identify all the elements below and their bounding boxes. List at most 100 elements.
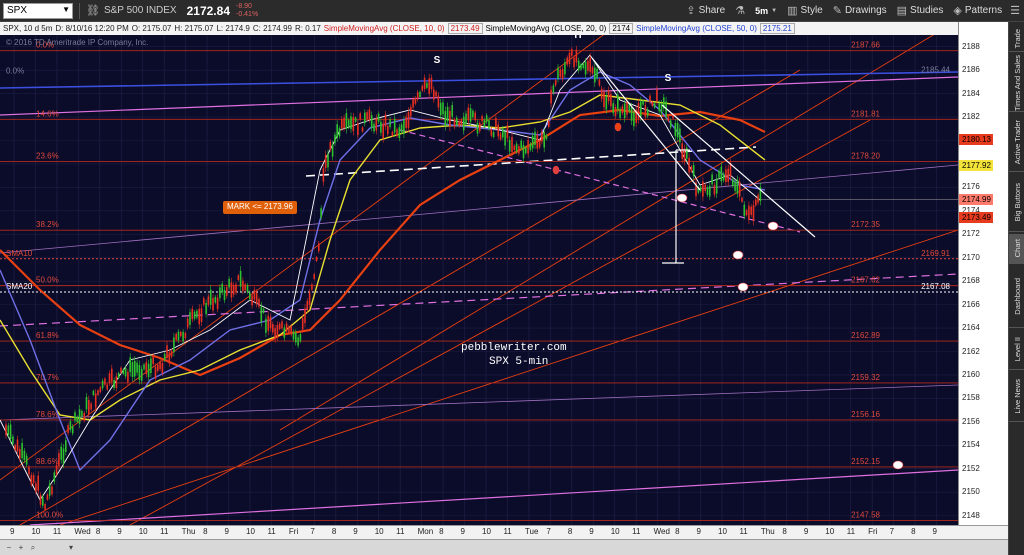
fib-label: 88.6%: [36, 457, 59, 466]
candle-body: [278, 323, 281, 330]
candle-body: [722, 173, 725, 181]
symbol-input[interactable]: SPX ▼: [3, 2, 73, 19]
candle-body: [375, 118, 378, 131]
level-value: 2185.44: [921, 66, 950, 75]
info-sma10-value: 2173.49: [447, 23, 483, 34]
fib-value: 2162.89: [851, 331, 880, 340]
price-tick: 2170: [962, 252, 980, 262]
candle-body: [644, 105, 647, 117]
candle-body: [361, 127, 364, 132]
candle-body: [522, 144, 525, 159]
candle-body: [191, 308, 194, 320]
candle-body: [143, 364, 145, 370]
studies-icon: ▤: [896, 5, 908, 17]
candle-body: [200, 308, 203, 322]
candle-body: [633, 112, 635, 127]
time-tick: 9: [803, 527, 809, 536]
candle-body: [709, 185, 711, 197]
sma-level-value: 2167.08: [921, 282, 950, 291]
zoom-in-icon[interactable]: +: [16, 543, 26, 553]
target-marker: [767, 221, 779, 231]
sidebar-tab-label: Active Trader: [1012, 120, 1022, 165]
candle-body: [113, 379, 115, 388]
candle-body: [525, 147, 527, 154]
candle-body: [410, 106, 412, 117]
candle-body: [743, 204, 746, 216]
right-sidebar: Trade Times And Sales Active Trader Big But…: [1008, 22, 1024, 555]
interval-button[interactable]: 5m ▼: [755, 6, 777, 16]
candle-body: [308, 292, 311, 305]
zoom-out-icon[interactable]: −: [4, 543, 14, 553]
price-flag: 2174.99: [959, 194, 993, 206]
price-tick: 2186: [962, 65, 980, 75]
time-axis[interactable]: 9 10 11 Wed 8 9 10 11 Thu 8 9 10 11 Fri 7 8 9 10 11 Mon 8 9 10…: [0, 525, 1008, 539]
candle-body: [81, 410, 83, 417]
magnifier-icon[interactable]: ⌕: [28, 543, 38, 553]
time-tick: 8: [782, 527, 787, 536]
candle-body: [587, 60, 589, 71]
candle-body: [699, 186, 702, 192]
patterns-button[interactable]: ◈ Patterns: [953, 4, 1002, 17]
candle-body: [467, 107, 470, 121]
time-tick: 10: [718, 527, 727, 536]
link-icon[interactable]: ⛓: [86, 4, 100, 17]
candle-body: [295, 332, 297, 343]
time-tick: 7: [310, 527, 315, 536]
sidebar-tab-level-ii[interactable]: Level II: [1009, 330, 1024, 370]
sidebar-tab-big-buttons[interactable]: Big Buttons: [1009, 174, 1024, 232]
candle-body: [97, 390, 99, 395]
drawings-button[interactable]: ✎ Drawings: [833, 4, 887, 17]
candle-body: [393, 118, 396, 133]
sidebar-tab-live-news[interactable]: Live News: [1009, 372, 1024, 422]
flask-button[interactable]: ⚗: [735, 4, 745, 17]
candle-body: [589, 57, 591, 72]
sidebar-tab-times-and-sales[interactable]: Times And Sales: [1009, 54, 1024, 112]
time-tick: 9: [224, 527, 229, 536]
candle-body: [163, 353, 166, 361]
candle-body: [147, 363, 150, 378]
candle-body: [157, 364, 159, 371]
candle-body: [621, 106, 624, 114]
candle-body: [686, 147, 688, 159]
candle-body: [561, 69, 564, 80]
candle-body: [407, 111, 410, 128]
candle-body: [138, 364, 141, 380]
candle-body: [504, 132, 506, 146]
candle-body: [398, 127, 401, 138]
candle-body: [269, 316, 272, 329]
candle-body: [60, 446, 62, 460]
sidebar-tab-chart[interactable]: Chart: [1009, 234, 1024, 264]
price-axis[interactable]: 2188218621842182218021782176217421722170…: [958, 22, 1008, 525]
share-button[interactable]: ⇪ Share: [686, 4, 725, 17]
candle-body: [9, 424, 12, 440]
candle-body: [51, 486, 53, 495]
candle-body: [196, 310, 198, 318]
collapse-icon[interactable]: ▾: [66, 543, 76, 553]
studies-button[interactable]: ▤ Studies: [897, 4, 944, 17]
candle-body: [456, 117, 458, 126]
candle-body: [94, 393, 97, 408]
info-symbol: SPX, 10 d 5m: [3, 24, 53, 33]
sidebar-tab-dashboard[interactable]: Dashboard: [1009, 266, 1024, 328]
candle-body: [575, 49, 578, 63]
menu-icon[interactable]: ☰: [1010, 4, 1020, 17]
candle-body: [267, 315, 269, 331]
candle-body: [566, 57, 568, 65]
candle-body: [85, 396, 88, 410]
fib-value: 2187.66: [851, 41, 880, 50]
candle-body: [285, 323, 288, 332]
price-chart[interactable]: 0.0% 2187.66 14.6% 2181.81 23.6% 2178.20 38.2%…: [0, 35, 958, 525]
style-button[interactable]: ▥ Style: [787, 4, 823, 17]
candle-body: [42, 496, 44, 506]
candle-body: [623, 103, 626, 119]
candle-body: [681, 143, 683, 159]
sidebar-tab-active-trader[interactable]: Active Trader: [1009, 114, 1024, 172]
candle-body: [145, 362, 148, 374]
time-tick: 10: [825, 527, 835, 536]
candle-body: [292, 331, 295, 340]
candle-body: [274, 328, 276, 340]
candle-body: [630, 106, 633, 121]
candle-body: [37, 475, 39, 491]
info-open: O: 2175.07: [131, 24, 172, 33]
sidebar-tab-trade[interactable]: Trade: [1009, 26, 1024, 52]
